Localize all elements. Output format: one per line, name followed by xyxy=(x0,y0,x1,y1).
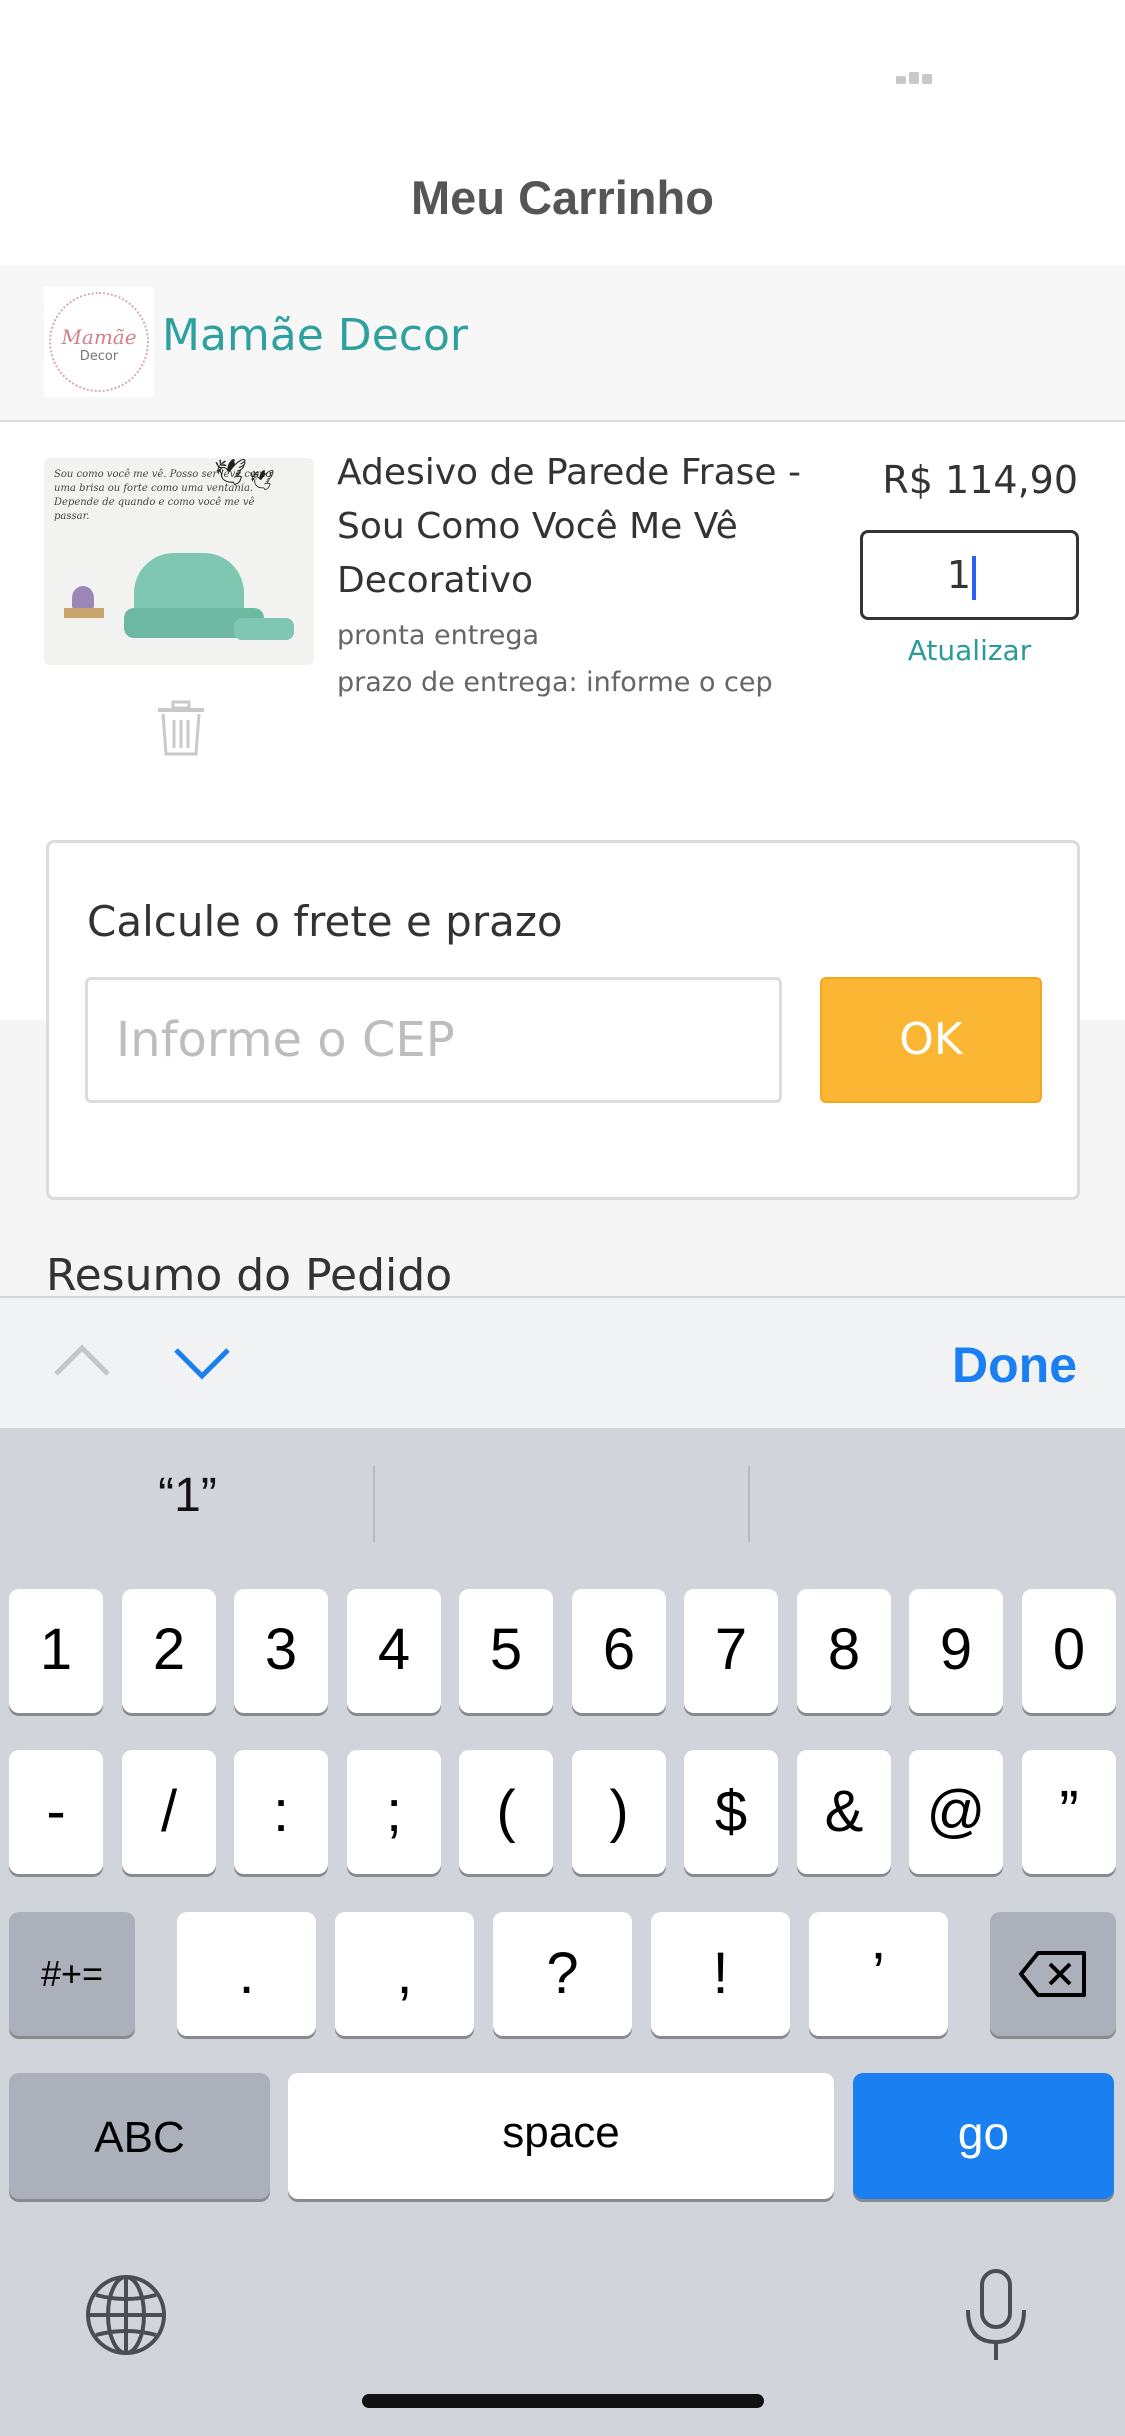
key[interactable]: ( xyxy=(459,1750,553,1874)
product-stock-status: pronta entrega xyxy=(337,620,540,651)
signal-icon xyxy=(896,70,936,86)
freight-title: Calcule o frete e prazo xyxy=(87,897,563,946)
suggestion-divider xyxy=(748,1466,750,1542)
store-logo-text: Mamãe xyxy=(61,325,137,349)
key[interactable]: ; xyxy=(347,1750,441,1874)
key[interactable]: . xyxy=(177,1912,316,2036)
key[interactable]: 9 xyxy=(909,1589,1003,1713)
key[interactable]: 0 xyxy=(1022,1589,1116,1713)
key[interactable]: 1 xyxy=(9,1589,103,1713)
key[interactable]: ! xyxy=(651,1912,790,2036)
trash-icon[interactable] xyxy=(156,700,206,756)
store-logo: Mamãe Decor xyxy=(44,287,154,397)
key[interactable]: ) xyxy=(572,1750,666,1874)
space-key[interactable]: space xyxy=(288,2073,834,2199)
suggestion-bar: “1” xyxy=(0,1428,1125,1578)
update-quantity-link[interactable]: Atualizar xyxy=(860,634,1079,667)
key[interactable]: @ xyxy=(909,1750,1003,1874)
key[interactable]: 7 xyxy=(684,1589,778,1713)
home-indicator[interactable] xyxy=(362,2394,764,2408)
key[interactable]: 4 xyxy=(347,1589,441,1713)
store-logo-sub: Decor xyxy=(79,349,119,364)
cart-item: Sou como você me vê. Posso ser leve como… xyxy=(0,422,1125,832)
key[interactable]: / xyxy=(122,1750,216,1874)
key[interactable]: : xyxy=(234,1750,328,1874)
text-caret xyxy=(972,555,976,600)
product-image[interactable]: Sou como você me vê. Posso ser leve como… xyxy=(44,458,314,665)
key[interactable]: , xyxy=(335,1912,474,2036)
key[interactable]: 3 xyxy=(234,1589,328,1713)
key[interactable]: & xyxy=(797,1750,891,1874)
freight-calculator: Calcule o frete e prazo OK xyxy=(46,840,1080,1200)
product-title[interactable]: Adesivo de Parede Frase - Sou Como Você … xyxy=(337,446,857,608)
title-bar: Meu Carrinho xyxy=(0,150,1125,265)
page-title: Meu Carrinho xyxy=(411,171,714,224)
key[interactable]: - xyxy=(9,1750,103,1874)
done-button[interactable]: Done xyxy=(952,1336,1077,1394)
store-name[interactable]: Mamãe Decor xyxy=(162,310,468,361)
store-header: Mamãe Decor Mamãe Decor xyxy=(0,265,1125,422)
backspace-icon xyxy=(1019,1951,1086,1997)
key[interactable]: 8 xyxy=(797,1589,891,1713)
key[interactable]: 6 xyxy=(572,1589,666,1713)
backspace-key[interactable] xyxy=(990,1912,1116,2036)
key[interactable]: ” xyxy=(1022,1750,1116,1874)
microphone-icon[interactable] xyxy=(963,2268,1029,2364)
keyboard: “1” 1 2 3 4 5 6 7 8 9 0 - / : ; ( ) $ & … xyxy=(0,1428,1125,2436)
suggestion-divider xyxy=(373,1466,375,1542)
key[interactable]: ’ xyxy=(809,1912,948,2036)
order-summary-title: Resumo do Pedido xyxy=(46,1250,453,1301)
ok-button[interactable]: OK xyxy=(820,977,1042,1103)
key[interactable]: ? xyxy=(493,1912,632,2036)
cep-input[interactable] xyxy=(85,977,782,1103)
quantity-value: 1 xyxy=(946,553,971,597)
product-price: R$ 114,90 xyxy=(882,458,1078,502)
keyboard-toolbar: Done xyxy=(0,1296,1125,1428)
status-bar xyxy=(0,0,1125,150)
suggestion-1[interactable]: “1” xyxy=(0,1468,375,1523)
globe-icon[interactable] xyxy=(84,2273,168,2357)
key[interactable]: $ xyxy=(684,1750,778,1874)
chevron-down-icon[interactable] xyxy=(170,1330,234,1394)
go-key[interactable]: go xyxy=(853,2073,1114,2199)
chevron-up-icon[interactable] xyxy=(50,1330,114,1394)
key[interactable]: 5 xyxy=(459,1589,553,1713)
key[interactable]: 2 xyxy=(122,1589,216,1713)
abc-key[interactable]: ABC xyxy=(9,2073,270,2199)
symbols-mode-key[interactable]: #+= xyxy=(9,1912,135,2036)
product-delivery-info: prazo de entrega: informe o cep xyxy=(337,667,773,698)
quantity-input[interactable]: 1 xyxy=(860,530,1079,620)
